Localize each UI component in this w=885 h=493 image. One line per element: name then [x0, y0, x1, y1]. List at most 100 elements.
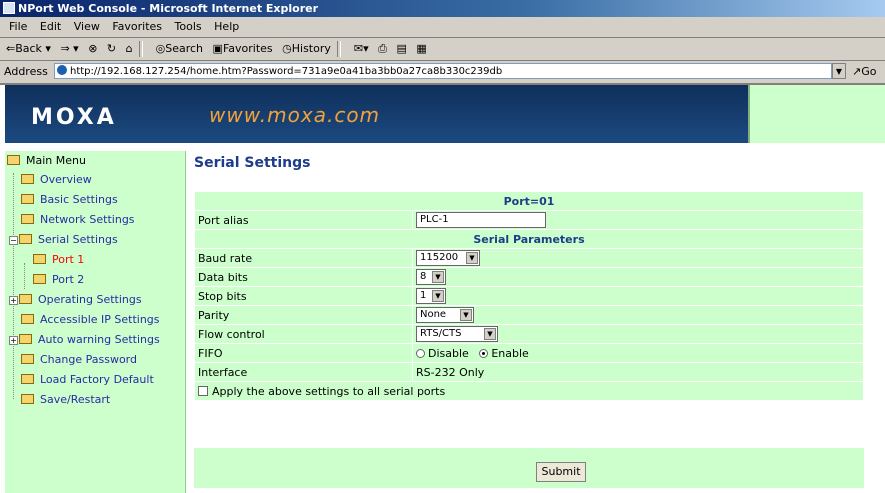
flow-control-select[interactable]: RTS/CTS ▼: [416, 326, 498, 342]
search-button[interactable]: ◎Search: [156, 38, 203, 60]
address-bar: Address http://192.168.127.254/home.htm?…: [0, 61, 885, 85]
dropdown-arrow-icon: ▼: [432, 271, 444, 283]
stop-bits-label: Stop bits: [194, 286, 413, 306]
menu-item-auto-warning-settings[interactable]: + Auto warning Settings: [9, 331, 160, 349]
fifo-enable-option[interactable]: Enable: [479, 347, 529, 360]
port-alias-input[interactable]: PLC-1: [416, 212, 546, 228]
history-icon: ◷: [282, 42, 292, 55]
go-button[interactable]: ↗Go: [852, 61, 876, 83]
data-bits-select[interactable]: 8 ▼: [416, 269, 446, 285]
moxa-site-link[interactable]: www.moxa.com: [209, 103, 380, 127]
toolbar-separator: [337, 41, 342, 57]
print-icon[interactable]: ⎙: [378, 38, 387, 60]
folder-icon: [21, 394, 34, 404]
open-folder-icon: [19, 234, 32, 244]
search-icon: ◎: [155, 42, 166, 55]
banner-green-panel: [748, 85, 885, 143]
folder-icon: [7, 155, 20, 165]
collapse-icon[interactable]: −: [9, 236, 18, 245]
menu-item-basic-settings[interactable]: Basic Settings: [21, 191, 118, 209]
tree-line: [13, 173, 14, 399]
browser-menu-bar: File Edit View Favorites Tools Help: [0, 17, 885, 38]
address-label: Address: [4, 65, 48, 78]
parity-label: Parity: [194, 305, 413, 325]
expand-icon[interactable]: +: [9, 296, 18, 305]
menu-item-network-settings[interactable]: Network Settings: [21, 211, 135, 229]
menu-root[interactable]: Main Menu: [7, 152, 86, 170]
submit-button[interactable]: Submit: [536, 462, 586, 482]
interface-label: Interface: [194, 362, 413, 382]
folder-icon: [21, 374, 34, 384]
favorites-icon: ▣: [212, 42, 223, 55]
stop-icon[interactable]: ⊗: [88, 38, 97, 60]
moxa-logo: MOXA: [31, 105, 117, 130]
submit-row: Submit: [194, 448, 864, 488]
folder-icon: [21, 354, 34, 364]
dropdown-arrow-icon: ▼: [460, 309, 472, 321]
banner: MOXA www.moxa.com: [0, 85, 885, 149]
address-input[interactable]: http://192.168.127.254/home.htm?Password…: [54, 63, 832, 79]
port-header: Port=01: [194, 191, 864, 211]
menu-tools[interactable]: Tools: [175, 20, 202, 33]
menu-view[interactable]: View: [74, 20, 100, 33]
apply-all-label: Apply the above settings to all serial p…: [212, 384, 446, 398]
refresh-icon[interactable]: ↻: [107, 38, 116, 60]
window-title: NPort Web Console - Microsoft Internet E…: [18, 2, 319, 15]
mail-icon[interactable]: ✉▾: [354, 38, 369, 60]
menu-item-port-2[interactable]: Port 2: [33, 271, 84, 289]
menu-file[interactable]: File: [9, 20, 27, 33]
menu-item-accessible-ip-settings[interactable]: Accessible IP Settings: [21, 311, 160, 329]
menu-item-change-password[interactable]: Change Password: [21, 351, 137, 369]
toolbar-separator: [139, 41, 144, 57]
menu-item-save-restart[interactable]: Save/Restart: [21, 391, 110, 409]
browser-toolbar: ⇐Back ▾ ⇒ ▾ ⊗ ↻ ⌂ ◎Search ▣Favorites ◷Hi…: [0, 38, 885, 61]
folder-icon: [21, 214, 34, 224]
menu-item-operating-settings[interactable]: + Operating Settings: [9, 291, 142, 309]
address-dropdown-icon[interactable]: ▼: [832, 63, 846, 79]
menu-help[interactable]: Help: [214, 20, 239, 33]
left-menu: Main Menu Overview Basic Settings Networ…: [5, 151, 186, 493]
folder-icon: [33, 274, 46, 284]
fifo-disable-option[interactable]: Disable: [416, 347, 469, 360]
dropdown-arrow-icon: ▼: [466, 252, 478, 264]
apply-all-row[interactable]: Apply the above settings to all serial p…: [194, 381, 864, 401]
forward-button[interactable]: ⇒ ▾: [60, 38, 78, 60]
go-arrow-icon: ↗: [852, 65, 862, 78]
folder-icon: [21, 174, 34, 184]
back-button[interactable]: ⇐Back ▾: [6, 38, 51, 60]
serial-parameters-header: Serial Parameters: [194, 229, 864, 249]
discuss-icon[interactable]: ▦: [416, 38, 426, 60]
stop-bits-select[interactable]: 1 ▼: [416, 288, 446, 304]
ie-icon: [3, 2, 15, 14]
fifo-enable-radio[interactable]: [479, 348, 489, 358]
parity-select[interactable]: None ▼: [416, 307, 474, 323]
favorites-button[interactable]: ▣Favorites: [213, 38, 273, 60]
main-content: Serial Settings Port=01 Port alias PLC-1…: [190, 151, 885, 493]
web-page: MOXA www.moxa.com Main Menu Overview Bas…: [0, 85, 885, 493]
menu-item-load-factory-default[interactable]: Load Factory Default: [21, 371, 154, 389]
apply-all-checkbox[interactable]: [198, 385, 208, 396]
home-icon[interactable]: ⌂: [126, 38, 133, 60]
interface-value: RS-232 Only: [412, 362, 864, 382]
history-button[interactable]: ◷History: [282, 38, 331, 60]
dropdown-arrow-icon: ▼: [432, 290, 444, 302]
banner-dark: MOXA www.moxa.com: [5, 85, 748, 143]
menu-edit[interactable]: Edit: [40, 20, 61, 33]
window-title-bar: NPort Web Console - Microsoft Internet E…: [0, 0, 885, 17]
fifo-label: FIFO: [194, 343, 413, 363]
menu-item-port-1[interactable]: Port 1: [33, 251, 84, 269]
baud-rate-select[interactable]: 115200 ▼: [416, 250, 480, 266]
page-title: Serial Settings: [194, 155, 311, 171]
menu-item-overview[interactable]: Overview: [21, 171, 92, 189]
fifo-disable-radio[interactable]: [416, 348, 425, 358]
folder-icon: [19, 334, 32, 344]
expand-icon[interactable]: +: [9, 336, 18, 345]
page-icon: [57, 65, 67, 75]
menu-item-serial-settings[interactable]: − Serial Settings: [9, 231, 118, 249]
data-bits-label: Data bits: [194, 267, 413, 287]
edit-icon[interactable]: ▤: [396, 38, 406, 60]
baud-rate-label: Baud rate: [194, 248, 413, 268]
menu-favorites[interactable]: Favorites: [112, 20, 162, 33]
folder-icon: [33, 254, 46, 264]
folder-icon: [21, 314, 34, 324]
